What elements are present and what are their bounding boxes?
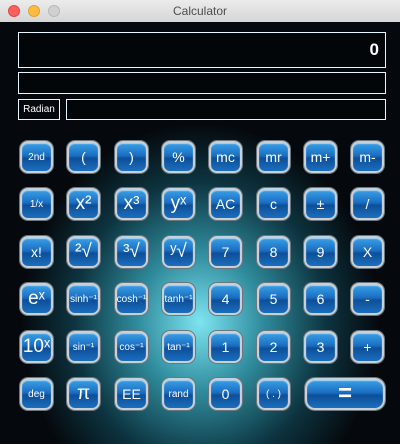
digit-4-button[interactable]: 4 <box>209 283 242 315</box>
calculator-body: 0 Radian 2nd ( ) % mc mr m+ m- 1/x x² x³… <box>0 22 400 444</box>
divide-button[interactable]: / <box>351 188 384 220</box>
title-bar: Calculator <box>0 0 400 23</box>
acos-button[interactable]: cos⁻¹ <box>115 331 148 363</box>
all-clear-button[interactable]: AC <box>209 188 242 220</box>
digit-1-button[interactable]: 1 <box>209 331 242 363</box>
percent-button[interactable]: % <box>162 141 195 173</box>
asinh-button[interactable]: sinh⁻¹ <box>67 283 100 315</box>
square-root-button[interactable]: ²√ <box>67 236 100 268</box>
main-display-value: 0 <box>369 40 379 59</box>
digit-9-button[interactable]: 9 <box>304 236 337 268</box>
decimal-point-button[interactable]: ( . ) <box>257 378 290 410</box>
degree-mode-button[interactable]: deg <box>20 378 53 410</box>
factorial-button[interactable]: x! <box>20 236 53 268</box>
memory-add-button[interactable]: m+ <box>304 141 337 173</box>
calculator-window: Calculator 0 Radian 2nd ( ) % mc mr m+ m… <box>0 0 400 444</box>
nth-root-button[interactable]: ʸ√ <box>162 236 195 268</box>
digit-5-button[interactable]: 5 <box>257 283 290 315</box>
window-title: Calculator <box>172 4 228 18</box>
digit-8-button[interactable]: 8 <box>257 236 290 268</box>
angle-mode-indicator: Radian <box>18 99 60 120</box>
memory-subtract-button[interactable]: m- <box>351 141 384 173</box>
clear-button[interactable]: c <box>257 188 290 220</box>
plus-minus-button[interactable]: ± <box>304 188 337 220</box>
multiply-button[interactable]: X <box>351 236 384 268</box>
digit-3-button[interactable]: 3 <box>304 331 337 363</box>
acosh-button[interactable]: cosh⁻¹ <box>115 283 148 315</box>
digit-0-button[interactable]: 0 <box>209 378 242 410</box>
atan-button[interactable]: tan⁻¹ <box>162 331 195 363</box>
expression-display <box>66 99 386 120</box>
main-display: 0 <box>18 32 386 68</box>
pi-button[interactable]: π <box>67 378 100 410</box>
open-paren-button[interactable]: ( <box>67 141 100 173</box>
cube-button[interactable]: x³ <box>115 188 148 220</box>
secondary-display <box>18 72 386 94</box>
subtract-button[interactable]: - <box>351 283 384 315</box>
cube-root-button[interactable]: ³√ <box>115 236 148 268</box>
square-button[interactable]: x² <box>67 188 100 220</box>
ten-power-button[interactable]: 10ˣ <box>20 331 53 363</box>
digit-6-button[interactable]: 6 <box>304 283 337 315</box>
atanh-button[interactable]: tanh⁻¹ <box>162 283 195 315</box>
memory-clear-button[interactable]: mc <box>209 141 242 173</box>
close-paren-button[interactable]: ) <box>115 141 148 173</box>
equals-button[interactable]: = <box>305 378 385 410</box>
memory-recall-button[interactable]: mr <box>257 141 290 173</box>
digit-7-button[interactable]: 7 <box>209 236 242 268</box>
add-button[interactable]: + <box>351 331 384 363</box>
second-function-button[interactable]: 2nd <box>20 141 53 173</box>
reciprocal-button[interactable]: 1/x <box>20 188 53 220</box>
digit-2-button[interactable]: 2 <box>257 331 290 363</box>
asin-button[interactable]: sin⁻¹ <box>67 331 100 363</box>
power-button[interactable]: yˣ <box>162 188 195 220</box>
exponent-entry-button[interactable]: EE <box>115 378 148 410</box>
exp-button[interactable]: eˣ <box>20 283 53 315</box>
random-button[interactable]: rand <box>162 378 195 410</box>
